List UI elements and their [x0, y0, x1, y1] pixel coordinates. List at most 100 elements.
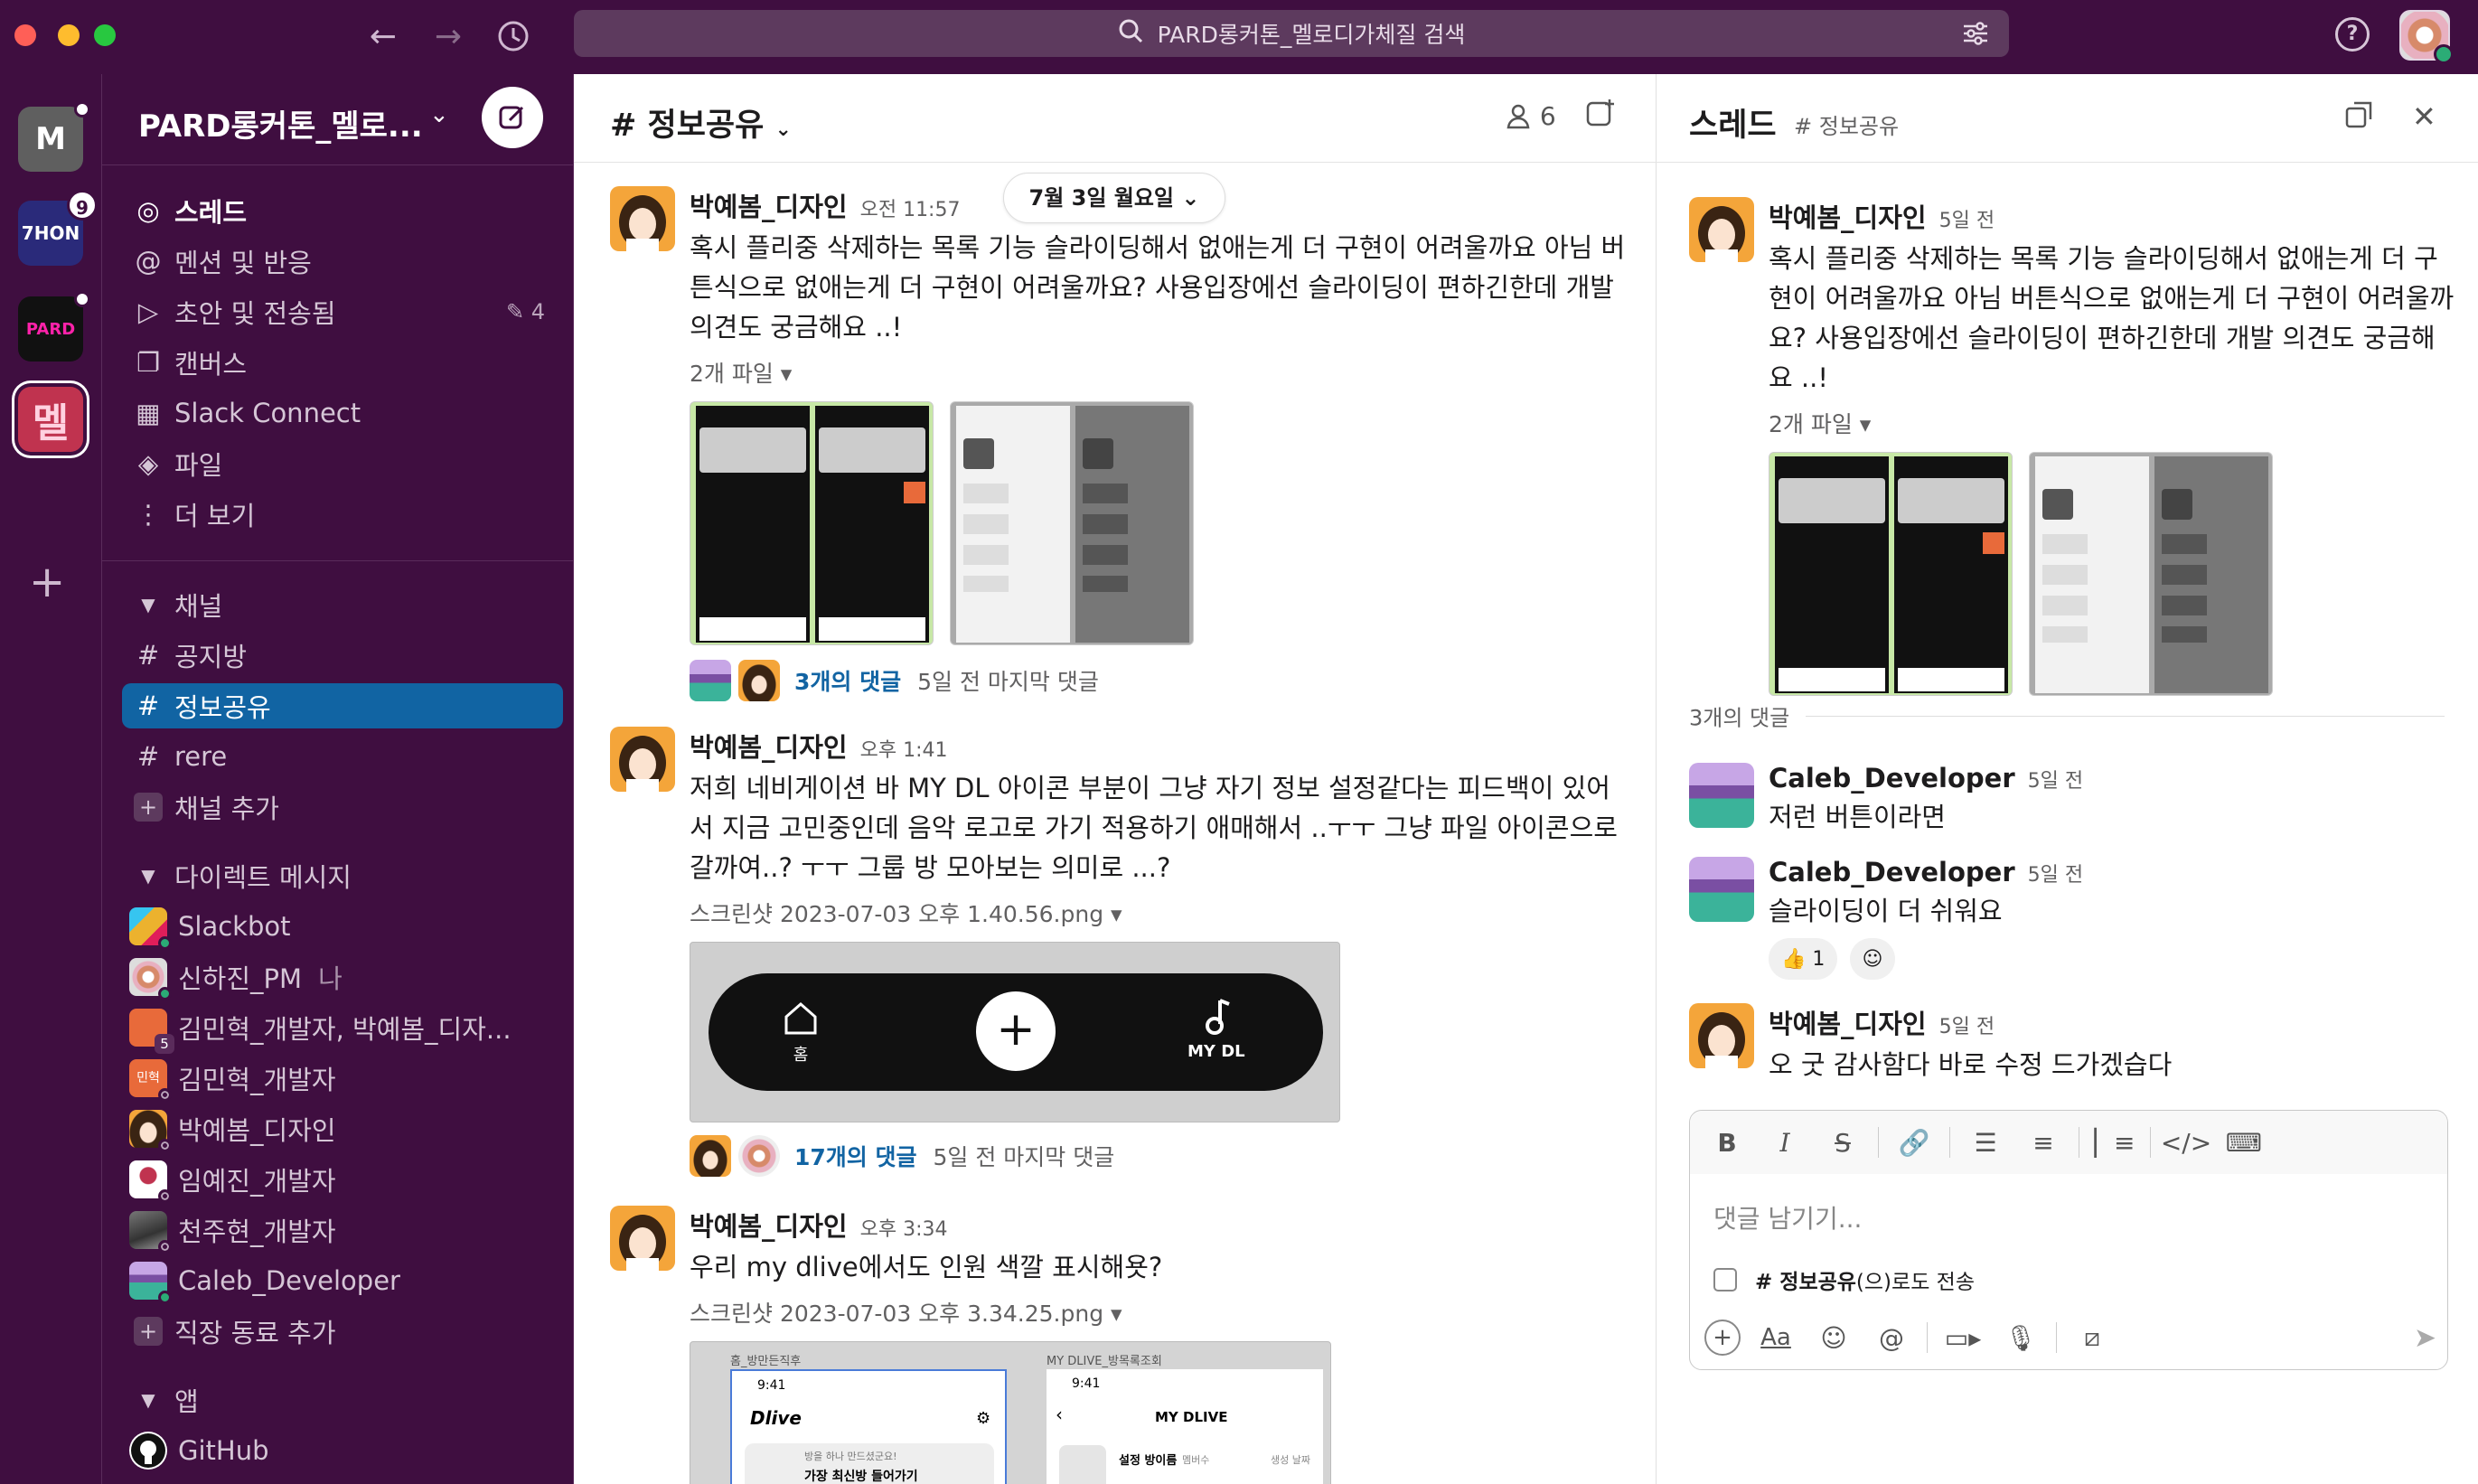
- image-attachment[interactable]: 홈 + MY DL: [690, 942, 1340, 1122]
- search-bar[interactable]: PARD롱커톤_멜로디가체질 검색: [574, 10, 2009, 57]
- image-attachment[interactable]: 홈_방만든직후 MY DLIVE_방목록조회 9:41 Dlive ⚙ 방을 하…: [690, 1341, 1331, 1484]
- message-time[interactable]: 5일 전: [1939, 1016, 1995, 1038]
- date-divider-pill[interactable]: 7월 3일 월요일 ⌄: [1003, 173, 1225, 223]
- back-arrow-icon[interactable]: ←: [363, 16, 403, 56]
- sidebar-item-channel-active[interactable]: # 정보공유: [122, 683, 563, 728]
- sidebar-item-app[interactable]: GitHub: [122, 1428, 563, 1473]
- sidebar-item-files[interactable]: ◈ 파일: [122, 441, 563, 486]
- sidebar-item-dm[interactable]: 박예봄_디자인: [122, 1106, 563, 1152]
- reply-input[interactable]: 댓글 남기기...: [1713, 1199, 1862, 1235]
- dm-section-header[interactable]: ▼ 다이렉트 메시지: [122, 853, 563, 898]
- message-time[interactable]: 오후 1:41: [860, 739, 948, 762]
- thread-replies[interactable]: 3개의 댓글 5일 전 마지막 댓글: [690, 660, 1629, 701]
- file-toggle[interactable]: 스크린샷 2023-07-03 오후 1.40.56.png ▾: [690, 897, 1629, 929]
- avatar[interactable]: [1689, 763, 1754, 828]
- sidebar-item-drafts[interactable]: ▷ 초안 및 전송됨 ✎ 4: [122, 289, 563, 334]
- message-time[interactable]: 5일 전: [2028, 770, 2083, 793]
- filter-icon[interactable]: [1962, 21, 1989, 52]
- reply-count[interactable]: 17개의 댓글: [794, 1140, 917, 1172]
- workspace-pard[interactable]: PARD: [18, 291, 90, 362]
- reaction-thumbs-up[interactable]: 👍 1: [1769, 938, 1838, 980]
- message-author[interactable]: 박예봄_디자인: [690, 1211, 848, 1242]
- channels-section-header[interactable]: ▼ 채널: [122, 582, 563, 627]
- sidebar-item-slack-connect[interactable]: ▦ Slack Connect: [122, 390, 563, 436]
- image-attachment[interactable]: [690, 401, 934, 645]
- add-workspace-icon[interactable]: +: [29, 560, 65, 604]
- message-time[interactable]: 오전 11:57: [860, 199, 961, 221]
- message-author[interactable]: Caleb_Developer: [1769, 763, 2015, 794]
- message-time[interactable]: 5일 전: [1939, 210, 1995, 232]
- add-channel-button[interactable]: + 채널 추가: [122, 784, 563, 830]
- formatting-icon[interactable]: Aa: [1753, 1315, 1798, 1360]
- avatar[interactable]: [610, 727, 675, 792]
- sidebar-item-dm[interactable]: 신하진_PM 나: [122, 954, 563, 1000]
- file-toggle[interactable]: 2개 파일 ▾: [690, 356, 1629, 389]
- message-author[interactable]: Caleb_Developer: [1769, 857, 2015, 888]
- channel-title[interactable]: # 정보공유 ⌄: [610, 99, 792, 146]
- microphone-icon[interactable]: 🎙: [1998, 1315, 2043, 1360]
- avatar[interactable]: [610, 186, 675, 251]
- reply-count[interactable]: 3개의 댓글: [794, 664, 901, 697]
- message-author[interactable]: 박예봄_디자인: [690, 732, 848, 763]
- sidebar-item-mentions[interactable]: @ 멘션 및 반응: [122, 239, 563, 284]
- sidebar-item-dm[interactable]: Slackbot: [122, 904, 563, 950]
- history-clock-icon[interactable]: [493, 16, 533, 56]
- code-icon[interactable]: </>: [2161, 1120, 2211, 1165]
- close-window-button[interactable]: [14, 24, 36, 46]
- thread-channel[interactable]: # 정보공유: [1794, 108, 1899, 140]
- file-toggle[interactable]: 2개 파일 ▾: [1769, 407, 2455, 439]
- compose-icon[interactable]: [482, 87, 543, 148]
- forward-arrow-icon[interactable]: →: [428, 16, 468, 56]
- workspace-mel[interactable]: 멜: [18, 387, 83, 452]
- sidebar-item-canvas[interactable]: ❐ 캔버스: [122, 340, 563, 385]
- italic-icon[interactable]: I: [1762, 1120, 1807, 1165]
- thread-replies[interactable]: 17개의 댓글 5일 전 마지막 댓글: [690, 1135, 1629, 1177]
- avatar[interactable]: [1689, 1003, 1754, 1068]
- code-block-icon[interactable]: ⌨: [2221, 1120, 2267, 1165]
- sidebar-item-dm[interactable]: Caleb_Developer: [122, 1258, 563, 1304]
- shortcuts-icon[interactable]: ⧄: [2070, 1315, 2115, 1360]
- workspace-name[interactable]: PARD롱커톤_멜로...: [138, 101, 423, 146]
- zoom-window-button[interactable]: [94, 24, 116, 46]
- file-toggle[interactable]: 스크린샷 2023-07-03 오후 3.34.25.png ▾: [690, 1296, 1629, 1329]
- members-button[interactable]: 6: [1505, 101, 1556, 131]
- bold-icon[interactable]: B: [1704, 1120, 1750, 1165]
- avatar[interactable]: [1689, 857, 1754, 922]
- workspace-m[interactable]: M: [18, 101, 90, 172]
- message-time[interactable]: 오후 3:34: [860, 1218, 948, 1241]
- add-reaction-button[interactable]: ☺: [1849, 938, 1896, 980]
- apps-section-header[interactable]: ▼ 앱: [122, 1377, 563, 1423]
- mention-icon[interactable]: @: [1869, 1315, 1914, 1360]
- message-author[interactable]: 박예봄_디자인: [1769, 202, 1927, 233]
- image-attachment[interactable]: [2029, 452, 2273, 696]
- message-author[interactable]: 박예봄_디자인: [1769, 1009, 1927, 1039]
- link-icon[interactable]: 🔗: [1891, 1120, 1937, 1165]
- video-icon[interactable]: ▭▸: [1940, 1315, 1985, 1360]
- chevron-down-icon[interactable]: ⌄: [429, 101, 449, 128]
- send-icon[interactable]: ➤: [2414, 1322, 2436, 1354]
- emoji-icon[interactable]: ☺: [1811, 1315, 1856, 1360]
- user-avatar[interactable]: [2399, 10, 2454, 64]
- sidebar-item-channel[interactable]: # rere: [122, 734, 563, 779]
- minimize-window-button[interactable]: [58, 24, 80, 46]
- image-attachment[interactable]: [950, 401, 1194, 645]
- avatar[interactable]: [610, 1206, 675, 1271]
- sidebar-item-more[interactable]: ⋮ 더 보기: [122, 492, 563, 537]
- popout-icon[interactable]: [2343, 99, 2374, 137]
- ordered-list-icon[interactable]: ☰: [1963, 1120, 2008, 1165]
- help-icon[interactable]: ?: [2335, 17, 2370, 52]
- sidebar-item-group-dm[interactable]: 5 김민혁_개발자, 박예봄_디자...: [122, 1005, 563, 1054]
- sidebar-item-channel[interactable]: # 공지방: [122, 633, 563, 678]
- sidebar-item-dm[interactable]: 천주현_개발자: [122, 1207, 563, 1254]
- attach-plus-icon[interactable]: +: [1704, 1320, 1741, 1356]
- workspace-7thon[interactable]: 7HON 9: [18, 190, 98, 266]
- sidebar-item-threads[interactable]: ◎ 스레드: [122, 188, 563, 233]
- message-time[interactable]: 5일 전: [2028, 864, 2083, 887]
- add-coworker-button[interactable]: + 직장 동료 추가: [122, 1309, 563, 1354]
- add-bookmark-icon[interactable]: [1584, 98, 1617, 138]
- message-author[interactable]: 박예봄_디자인: [690, 192, 848, 222]
- image-attachment[interactable]: [1769, 452, 2013, 696]
- strikethrough-icon[interactable]: S: [1820, 1120, 1865, 1165]
- blockquote-icon[interactable]: ▏≡: [2092, 1120, 2137, 1165]
- also-send-checkbox[interactable]: [1713, 1268, 1737, 1291]
